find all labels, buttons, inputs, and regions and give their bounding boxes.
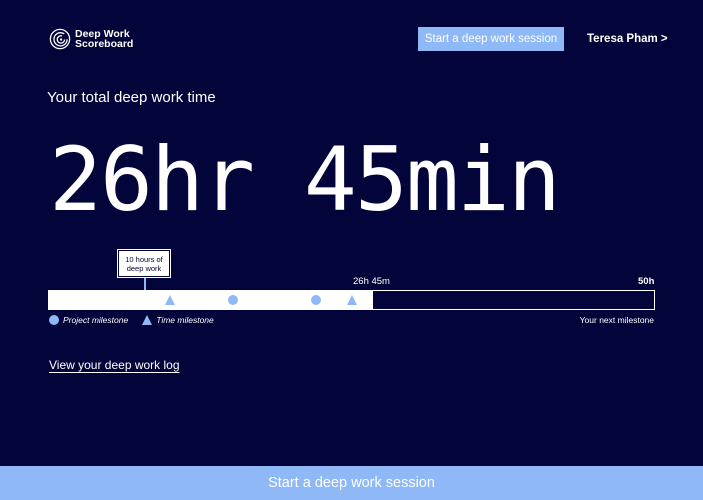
next-milestone-label: Your next milestone [579, 315, 654, 325]
logo-line-2: Scoreboard [75, 38, 134, 50]
legend-project-label: Project milestone [63, 315, 129, 325]
total-time-display: 26hr 45min [49, 128, 561, 231]
project-milestone-legend-icon [49, 315, 59, 325]
view-log-link[interactable]: View your deep work log [49, 358, 180, 372]
time-milestone-legend-icon [142, 315, 153, 325]
user-menu[interactable]: Teresa Pham > [587, 33, 668, 45]
page-title: Your total deep work time [47, 89, 216, 106]
legend-time-label: Time milestone [156, 315, 214, 325]
milestone-legend: Project milestone Time milestone [49, 315, 214, 325]
time-milestone-marker [346, 295, 357, 305]
logo[interactable]: Deep Work Scoreboard [49, 28, 133, 50]
tooltip-line-1: 10 hours of [125, 255, 163, 264]
milestone-tooltip: 10 hours of deep work [117, 249, 171, 278]
progress-fill [49, 291, 373, 309]
start-session-footer-button[interactable]: Start a deep work session [0, 466, 703, 500]
top-bar: Deep Work Scoreboard Start a deep work s… [0, 0, 703, 80]
start-session-button[interactable]: Start a deep work session [418, 27, 564, 51]
progress-bar [48, 290, 655, 310]
logo-text: Deep Work Scoreboard [75, 29, 134, 50]
tooltip-line-2: deep work [126, 264, 162, 273]
goal-label: 50h [638, 276, 655, 287]
time-milestone-marker [165, 295, 175, 305]
project-milestone-marker [227, 295, 238, 305]
current-progress-label: 26h 45m [353, 276, 390, 287]
spiral-icon [49, 28, 71, 50]
